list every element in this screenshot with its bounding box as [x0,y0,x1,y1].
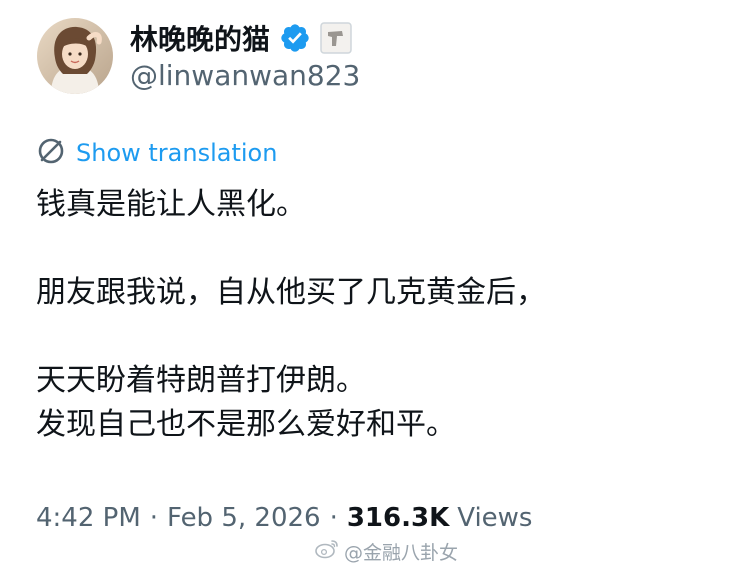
tweet-date[interactable]: Feb 5, 2026 [167,503,321,533]
globe-translate-icon [36,136,66,170]
views-label: Views [457,503,533,533]
verified-badge-icon[interactable] [279,22,311,54]
tweet-time[interactable]: 4:42 PM [36,503,141,533]
author-handle[interactable]: @linwanwan823 [130,59,360,92]
tweet-line: 钱真是能让人黑化。 [36,187,306,222]
watermark-text: @金融八卦女 [344,541,459,564]
meta-separator: · [329,503,338,533]
show-translation-label: Show translation [76,139,278,167]
weibo-logo-icon [314,538,340,565]
tweet-line: 天天盼着特朗普打伊朗。 [36,363,366,398]
tweet-meta: 4:42 PM · Feb 5, 2026 · 316.3K Views [36,500,532,536]
display-name[interactable]: 林晚晚的猫 [130,18,352,58]
show-translation-button[interactable]: Show translation [36,137,277,169]
watermark: @金融八卦女 [314,538,458,564]
tweet-line: 发现自己也不是那么爱好和平。 [36,407,456,442]
display-name-text: 林晚晚的猫 [130,23,271,56]
tweet-line: 朋友跟我说，自从他买了几克黄金后， [36,275,546,310]
meta-separator: · [149,503,159,533]
tweet-text: 钱真是能让人黑化。 朋友跟我说，自从他买了几克黄金后， 天天盼着特朗普打伊朗。 … [36,183,726,447]
affiliate-badge-icon[interactable] [320,22,352,54]
views-count: 316.3K [346,503,450,533]
avatar[interactable] [37,18,113,94]
